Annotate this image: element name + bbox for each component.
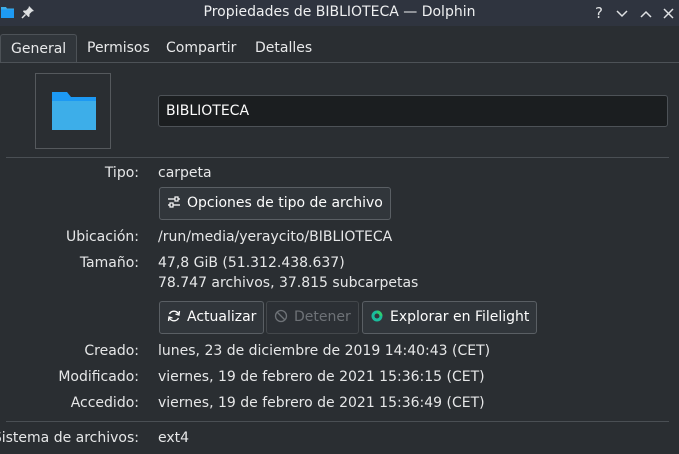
- location-label: Ubicación:: [65, 229, 139, 245]
- help-button[interactable]: ?: [590, 4, 608, 22]
- refresh-icon: [167, 310, 181, 322]
- type-value: carpeta: [158, 165, 212, 181]
- accessed-label: Accedido:: [70, 395, 139, 411]
- tab-detalles[interactable]: Detalles: [245, 34, 322, 63]
- chevron-down-icon: [616, 10, 628, 18]
- folder-icon: [52, 92, 96, 130]
- minimize-button[interactable]: [613, 4, 631, 22]
- title-bar: Propiedades de BIBLIOTECA — Dolphin ?: [0, 0, 679, 26]
- modified-label: Modificado:: [58, 369, 139, 385]
- chevron-up-icon: [640, 10, 652, 18]
- created-value: lunes, 23 de diciembre de 2019 14:40:43 …: [158, 343, 491, 359]
- file-type-options-button[interactable]: Opciones de tipo de archivo: [159, 187, 391, 220]
- size-label: Tamaño:: [79, 255, 139, 271]
- settings-sliders-icon: [168, 196, 180, 208]
- refresh-label: Actualizar: [187, 309, 257, 325]
- stop-icon: [274, 309, 288, 323]
- maximize-button[interactable]: [637, 4, 655, 22]
- refresh-button[interactable]: Actualizar: [159, 301, 265, 334]
- filesystem-value: ext4: [158, 430, 190, 446]
- file-type-options-label: Opciones de tipo de archivo: [187, 195, 383, 211]
- filelight-icon: [371, 310, 383, 322]
- close-button[interactable]: [659, 4, 677, 22]
- location-value: /run/media/yeraycito/BIBLIOTECA: [158, 229, 393, 245]
- filelight-label: Explorar en Filelight: [390, 309, 530, 325]
- stop-label: Detener: [294, 309, 351, 325]
- size-value: 47,8 GiB (51.312.438.637): [158, 255, 345, 271]
- window-title: Propiedades de BIBLIOTECA — Dolphin: [203, 4, 476, 20]
- tab-general[interactable]: General: [0, 34, 78, 63]
- filelight-button[interactable]: Explorar en Filelight: [362, 301, 538, 334]
- size-counts: 78.747 archivos, 37.815 subcarpetas: [158, 275, 419, 291]
- accessed-value: viernes, 19 de febrero de 2021 15:36:49 …: [158, 395, 485, 411]
- tab-bar: General Permisos Compartir Detalles: [0, 26, 679, 63]
- created-label: Creado:: [84, 343, 139, 359]
- divider: [6, 157, 669, 158]
- filesystem-label: Sistema de archivos:: [0, 430, 139, 446]
- name-input[interactable]: BIBLIOTECA: [158, 95, 668, 127]
- close-icon: [662, 8, 674, 19]
- folder-icon-button[interactable]: [35, 73, 111, 149]
- tab-compartir[interactable]: Compartir: [156, 34, 246, 63]
- divider: [6, 421, 669, 422]
- stop-button[interactable]: Detener: [266, 301, 359, 334]
- tab-permisos[interactable]: Permisos: [77, 34, 160, 63]
- type-label: Tipo:: [104, 165, 139, 181]
- modified-value: viernes, 19 de febrero de 2021 15:36:15 …: [158, 369, 485, 385]
